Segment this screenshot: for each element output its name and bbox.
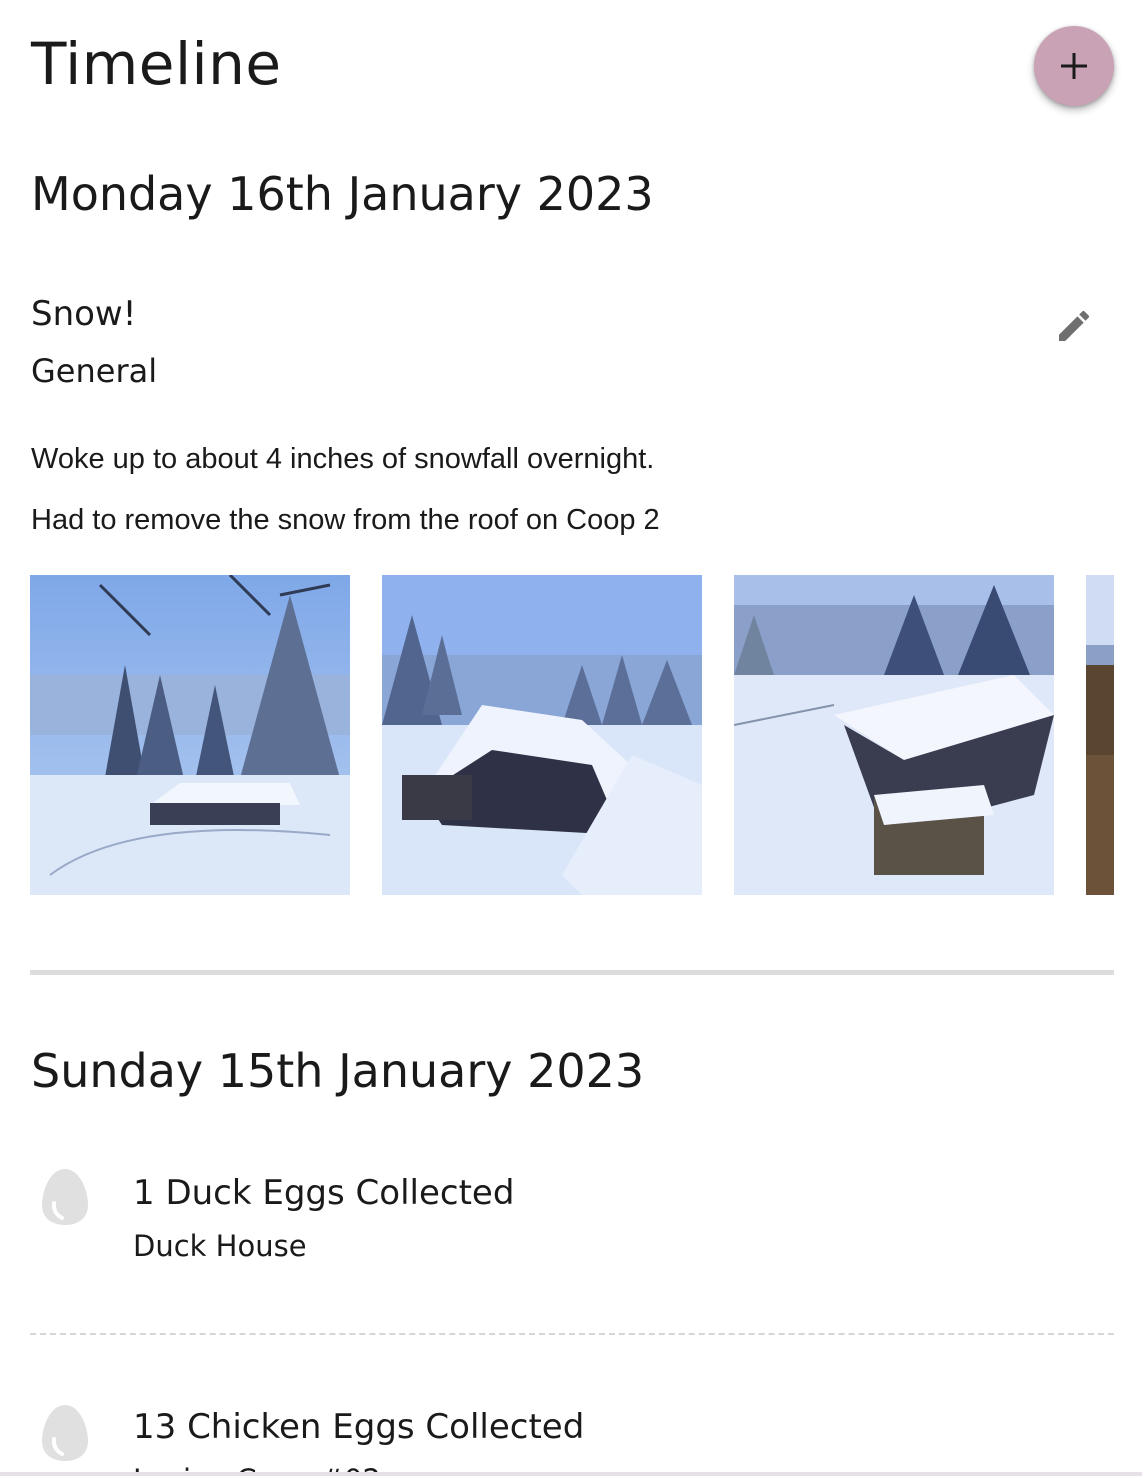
snow-coop-closeup-photo[interactable]: [382, 575, 702, 895]
item-separator: [30, 1333, 1114, 1335]
egg-icon: [40, 1403, 90, 1463]
egg-collection-location: Duck House: [133, 1229, 307, 1263]
egg-collection-title: 13 Chicken Eggs Collected: [133, 1407, 585, 1447]
day-divider: [30, 970, 1114, 975]
timeline-page: Timeline Monday 16th January 2023 Snow! …: [0, 0, 1142, 1476]
egg-icon: [40, 1167, 90, 1227]
edit-entry-button[interactable]: [1050, 302, 1098, 350]
entry-note-line: Woke up to about 4 inches of snowfall ov…: [31, 443, 655, 475]
egg-collection-title: 1 Duck Eggs Collected: [133, 1173, 515, 1213]
bottom-bar-edge: [0, 1472, 1142, 1476]
page-title: Timeline: [31, 30, 282, 98]
add-entry-button[interactable]: [1034, 26, 1114, 106]
entry-category: General: [31, 352, 158, 390]
snow-coop-roof-photo[interactable]: [734, 575, 1054, 895]
partial-photo[interactable]: [1086, 575, 1114, 895]
entry-title: Snow!: [31, 294, 137, 334]
plus-icon: [1061, 53, 1087, 79]
snow-field-coop-photo[interactable]: [30, 575, 350, 895]
day-heading: Sunday 15th January 2023: [31, 1044, 645, 1098]
entry-note-line: Had to remove the snow from the roof on …: [31, 504, 660, 536]
pencil-icon: [1059, 310, 1090, 341]
day-heading: Monday 16th January 2023: [31, 167, 654, 221]
